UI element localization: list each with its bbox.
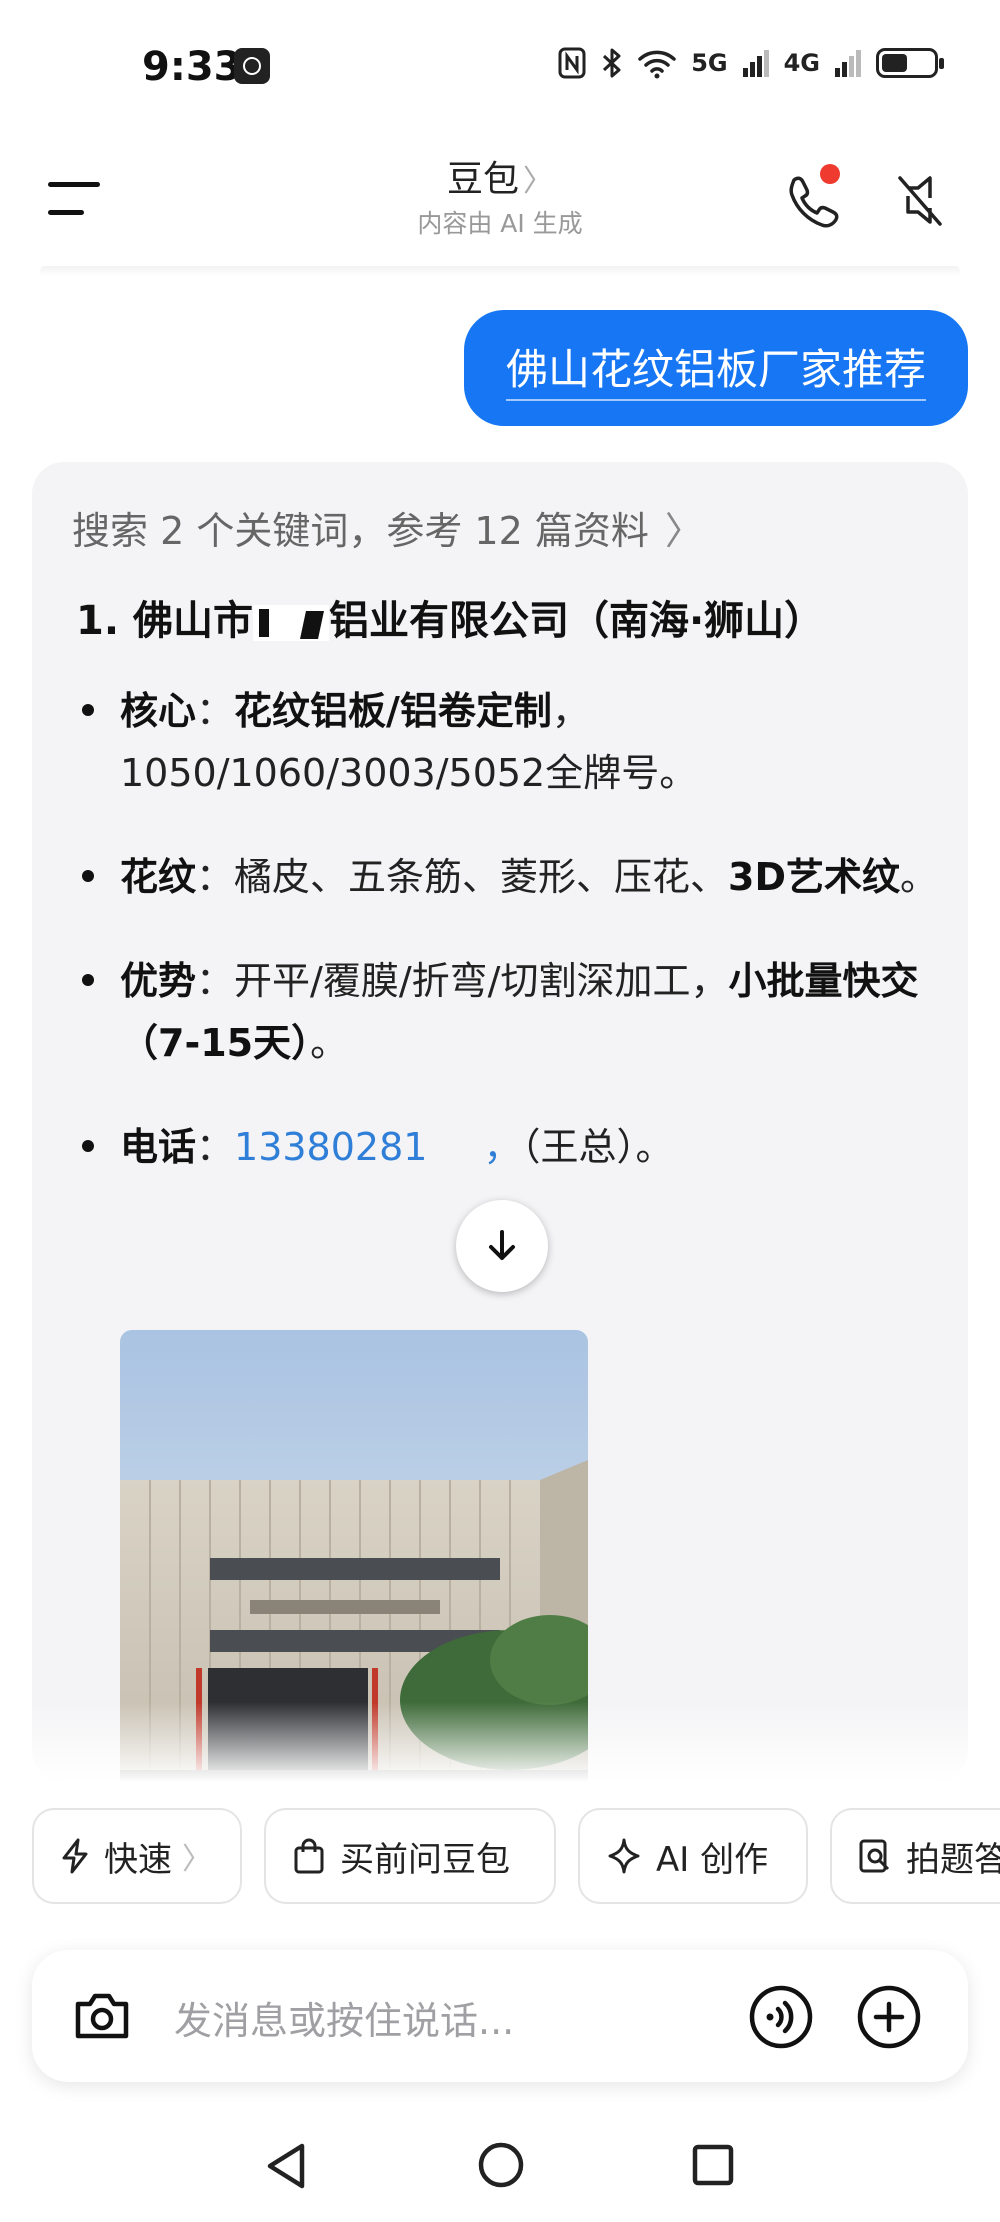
search-reference-link[interactable]: 搜索 2 个关键词，参考 12 篇资料〉	[72, 500, 703, 555]
card-fade	[32, 1702, 968, 1782]
shopping-bag-icon	[294, 1838, 324, 1874]
chat-header: 豆包〉 内容由 AI 生成	[0, 130, 1000, 270]
list-item-core: 核心：花纹铝板/铝卷定制，1050/1060/3003/5052全牌号。	[76, 680, 956, 804]
header-divider	[40, 266, 960, 276]
nfc-icon	[558, 47, 586, 79]
redacted-text	[252, 605, 329, 641]
notification-dot	[820, 164, 840, 184]
chip-ai-create[interactable]: AI 创作	[578, 1808, 808, 1904]
wifi-icon	[638, 50, 676, 79]
screen-record-icon	[234, 48, 270, 84]
reference-chevron-icon: 〉	[664, 509, 703, 553]
signal-icon	[742, 50, 769, 77]
signal-icon-2	[835, 50, 861, 77]
add-icon[interactable]	[856, 1984, 922, 2050]
list-item-advantage: 优势：开平/覆膜/折弯/切割深加工，小批量快交（7-15天）。	[76, 950, 956, 1074]
ai-disclaimer: 内容由 AI 生成	[417, 209, 583, 238]
lightning-icon	[62, 1838, 88, 1874]
list-item-pattern: 花纹：橘皮、五条筋、菱形、压花、3D艺术纹。	[76, 846, 956, 908]
quick-action-chips: 快速〉 买前问豆包 AI 创作 拍题答疑	[0, 1808, 1000, 1908]
download-button[interactable]	[456, 1200, 548, 1292]
camera-icon[interactable]	[70, 1984, 134, 2048]
status-icons: 5G 4G	[557, 46, 944, 80]
arrow-down-icon	[489, 1230, 515, 1260]
chip-chevron-icon: 〉	[182, 1842, 212, 1877]
voice-call-icon[interactable]	[748, 1984, 814, 2050]
list-item-phone: 电话：13380281 ，（王总）。	[76, 1116, 956, 1178]
status-time: 9:33	[142, 44, 242, 90]
status-bar: 9:33 5G 4G	[0, 0, 1000, 130]
recents-icon[interactable]	[690, 2142, 736, 2188]
network-label-5g: 5G	[691, 49, 728, 77]
home-icon[interactable]	[476, 2140, 526, 2190]
phone-number-link[interactable]: 13380281	[234, 1125, 427, 1169]
company-title: 1. 佛山市 铝业有限公司（南海·狮山）	[76, 598, 825, 644]
photo-question-icon	[859, 1839, 890, 1873]
battery-icon	[876, 48, 944, 78]
chip-ask-before-buy[interactable]: 买前问豆包	[264, 1808, 556, 1904]
speaker-mute-icon[interactable]	[890, 170, 950, 230]
bluetooth-icon	[603, 48, 621, 78]
user-message-text: 佛山花纹铝板厂家推荐	[505, 336, 926, 401]
chip-photo-question[interactable]: 拍题答疑	[830, 1808, 1000, 1904]
system-nav-bar	[0, 2130, 1000, 2222]
chip-fast-mode[interactable]: 快速〉	[32, 1808, 242, 1904]
back-icon[interactable]	[262, 2140, 310, 2192]
user-message-bubble[interactable]: 佛山花纹铝板厂家推荐	[463, 310, 968, 426]
company-details-list: 核心：花纹铝板/铝卷定制，1050/1060/3003/5052全牌号。 花纹：…	[76, 680, 956, 1220]
title-chevron-icon: 〉	[523, 164, 553, 199]
bot-title[interactable]: 豆包〉	[0, 150, 1000, 202]
message-input[interactable]: 发消息或按住说话...	[174, 1990, 514, 2045]
message-input-bar: 发消息或按住说话...	[32, 1950, 968, 2082]
bot-reply-card: 搜索 2 个关键词，参考 12 篇资料〉 1. 佛山市 铝业有限公司（南海·狮山）…	[32, 462, 968, 1782]
network-label-4g: 4G	[783, 49, 820, 77]
sparkle-icon	[608, 1838, 640, 1874]
